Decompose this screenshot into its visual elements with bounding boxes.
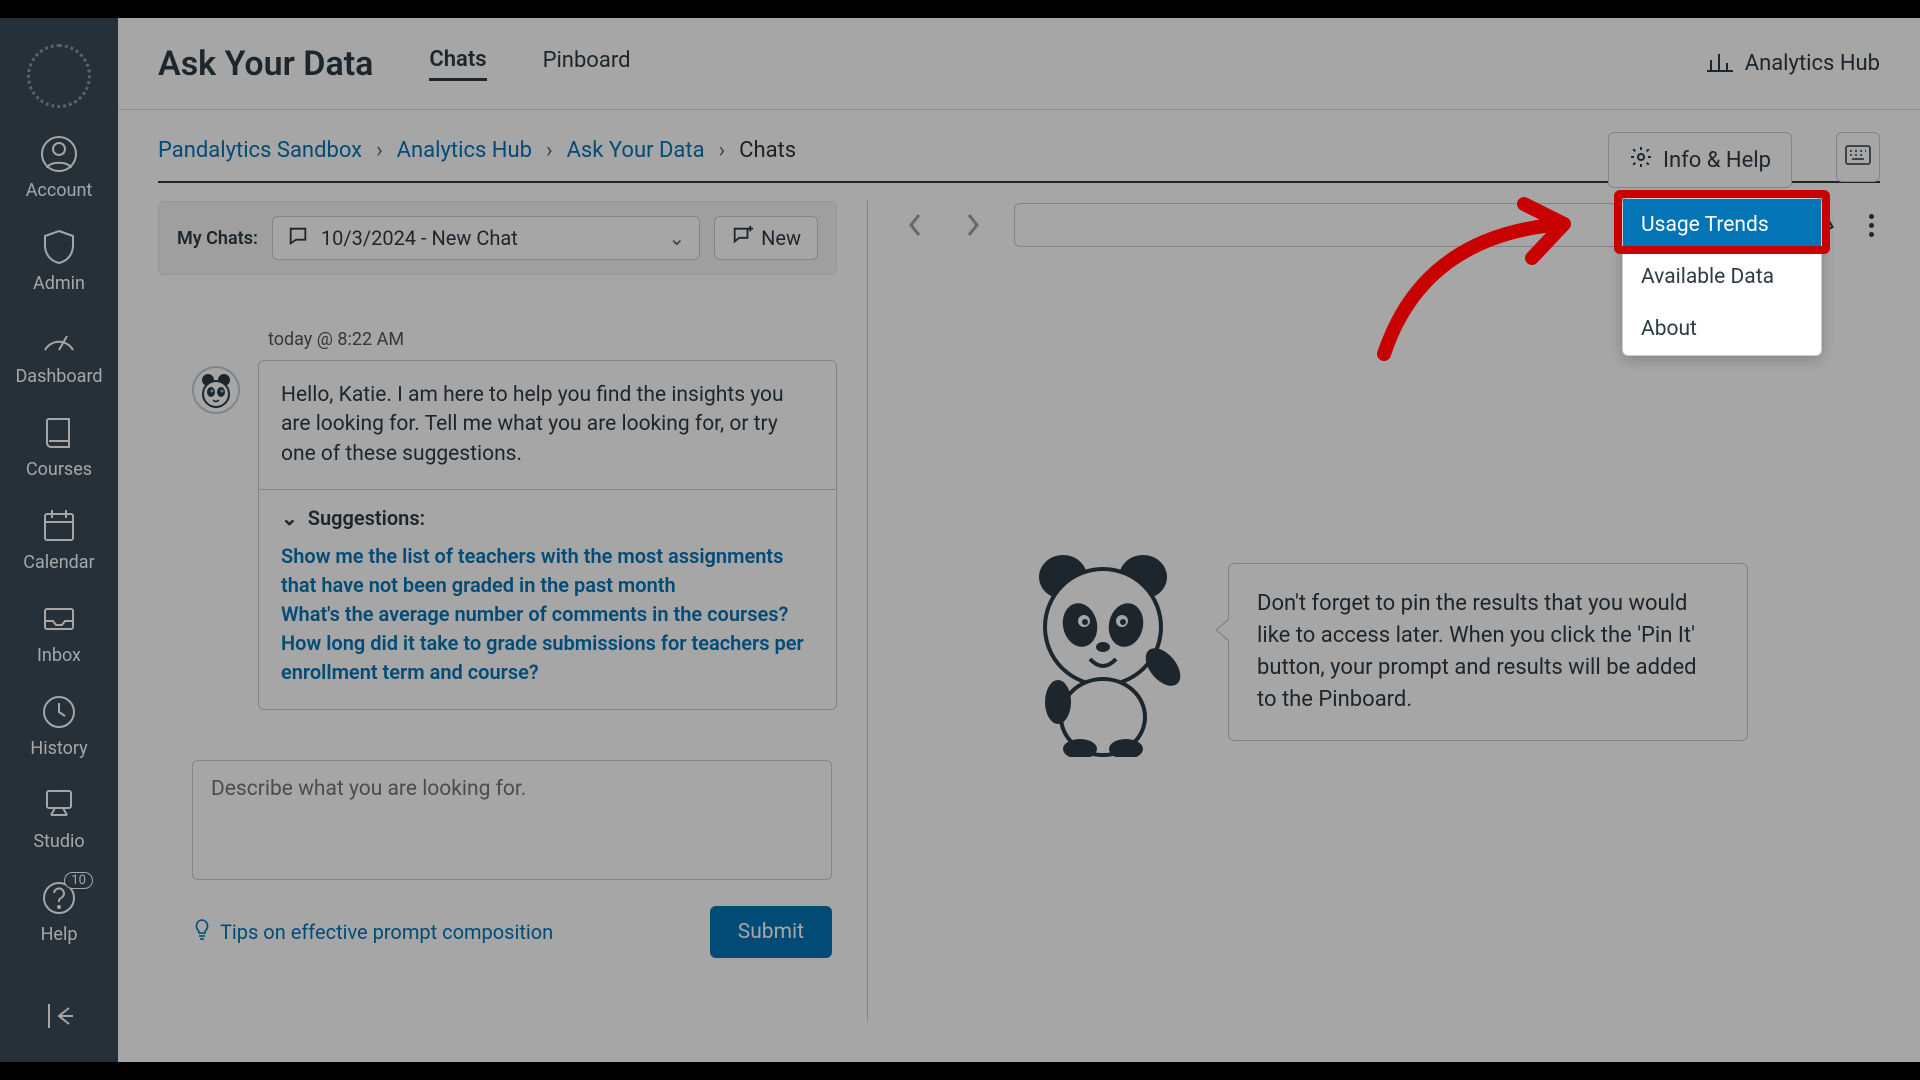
suggestions-header[interactable]: ⌄ Suggestions: [281, 506, 814, 530]
panda-mascot-icon [1018, 547, 1188, 757]
nav-courses[interactable]: Courses [26, 413, 92, 480]
chevron-right-icon: › [376, 138, 383, 163]
nav-dashboard[interactable]: Dashboard [15, 320, 102, 387]
collapse-left-icon [39, 996, 79, 1036]
nav-label-courses: Courses [26, 459, 92, 480]
nav-admin[interactable]: Admin [33, 227, 85, 294]
gear-icon [1629, 145, 1653, 175]
keyboard-icon [1845, 145, 1871, 169]
nav-label-inbox: Inbox [37, 645, 81, 666]
nav-label-admin: Admin [33, 273, 85, 294]
info-help-dropdown-menu: Usage Trends Available Data About [1622, 198, 1822, 356]
tab-pinboard[interactable]: Pinboard [543, 48, 631, 79]
chat-bubble-icon [287, 225, 309, 252]
new-chat-button[interactable]: New [714, 216, 818, 260]
suggestions-block: ⌄ Suggestions: Show me the list of teach… [259, 489, 836, 709]
help-badge-count: 10 [64, 872, 93, 889]
info-help-label: Info & Help [1663, 148, 1771, 173]
top-bar: Ask Your Data Chats Pinboard Analytics H… [118, 18, 1920, 110]
new-chat-icon [731, 225, 753, 252]
menu-item-available-data[interactable]: Available Data [1623, 251, 1821, 303]
nav-label-help: Help [41, 924, 78, 945]
tips-label: Tips on effective prompt composition [220, 920, 553, 944]
prev-result-button[interactable] [898, 208, 932, 242]
chat-panel: My Chats: 10/3/2024 - New Chat ⌄ New tod… [158, 201, 868, 1021]
chevron-down-icon: ⌄ [281, 506, 298, 530]
nav-studio[interactable]: Studio [33, 785, 84, 852]
nav-label-dashboard: Dashboard [15, 366, 102, 387]
app-logo-icon [27, 44, 91, 108]
chevron-right-icon: › [719, 138, 726, 163]
help-icon: 10 [39, 878, 79, 918]
tips-link[interactable]: Tips on effective prompt composition [192, 918, 553, 947]
suggestion-link[interactable]: Show me the list of teachers with the mo… [281, 542, 814, 600]
suggestion-link[interactable]: How long did it take to grade submission… [281, 629, 814, 687]
nav-inbox[interactable]: Inbox [37, 599, 81, 666]
nav-help[interactable]: 10 Help [39, 878, 79, 945]
studio-icon [39, 785, 79, 825]
nav-collapse[interactable] [39, 996, 79, 1036]
nav-account[interactable]: Account [26, 134, 93, 201]
nav-label-calendar: Calendar [23, 552, 94, 573]
next-result-button[interactable] [956, 208, 990, 242]
chat-toolbar: My Chats: 10/3/2024 - New Chat ⌄ New [158, 201, 837, 275]
keyboard-shortcuts-button[interactable] [1836, 132, 1880, 182]
input-footer: Tips on effective prompt composition Sub… [192, 906, 832, 958]
calendar-icon [39, 506, 79, 546]
lightbulb-icon [192, 918, 212, 947]
analytics-hub-link[interactable]: Analytics Hub [1707, 50, 1880, 78]
gauge-icon [39, 320, 79, 360]
empty-state: Don't forget to pin the results that you… [898, 547, 1880, 757]
crumb-current: Chats [739, 138, 796, 163]
chat-selected-value: 10/3/2024 - New Chat [321, 226, 518, 250]
crumb-ask[interactable]: Ask Your Data [567, 138, 705, 163]
bot-message-text: Hello, Katie. I am here to help you find… [259, 361, 836, 489]
inbox-icon [39, 599, 79, 639]
new-chat-label: New [761, 226, 801, 250]
main-area: Ask Your Data Chats Pinboard Analytics H… [118, 18, 1920, 1062]
clock-icon [39, 692, 79, 732]
nav-label-studio: Studio [33, 831, 84, 852]
panda-tip-bubble: Don't forget to pin the results that you… [1228, 563, 1748, 741]
hub-link-label: Analytics Hub [1745, 51, 1880, 76]
menu-item-about[interactable]: About [1623, 303, 1821, 355]
menu-item-usage-trends[interactable]: Usage Trends [1623, 199, 1821, 251]
global-nav-rail: Account Admin Dashboard Courses Calendar… [0, 18, 118, 1062]
bot-avatar [192, 366, 240, 414]
message-row: Hello, Katie. I am here to help you find… [192, 360, 837, 710]
chevron-right-icon: › [546, 138, 553, 163]
tab-chats[interactable]: Chats [429, 47, 486, 81]
user-circle-icon [39, 134, 79, 174]
crumb-sandbox[interactable]: Pandalytics Sandbox [158, 138, 362, 163]
bot-message-bubble: Hello, Katie. I am here to help you find… [258, 360, 837, 710]
suggestions-title: Suggestions: [308, 506, 425, 530]
more-options-button[interactable] [1862, 214, 1880, 237]
shield-icon [39, 227, 79, 267]
my-chats-label: My Chats: [177, 228, 258, 249]
message-timestamp: today @ 8:22 AM [268, 329, 837, 350]
suggestion-link[interactable]: What's the average number of comments in… [281, 600, 814, 629]
nav-history[interactable]: History [30, 692, 87, 759]
nav-label-history: History [30, 738, 87, 759]
bar-chart-icon [1707, 50, 1735, 78]
chevron-down-icon: ⌄ [668, 226, 685, 250]
crumb-hub[interactable]: Analytics Hub [397, 138, 532, 163]
nav-label-account: Account [26, 180, 93, 201]
info-help-button[interactable]: Info & Help [1608, 132, 1792, 188]
book-icon [39, 413, 79, 453]
nav-calendar[interactable]: Calendar [23, 506, 94, 573]
chat-selector-dropdown[interactable]: 10/3/2024 - New Chat ⌄ [272, 216, 700, 260]
submit-button[interactable]: Submit [710, 906, 832, 958]
page-title: Ask Your Data [158, 44, 373, 84]
prompt-input[interactable] [192, 760, 832, 880]
